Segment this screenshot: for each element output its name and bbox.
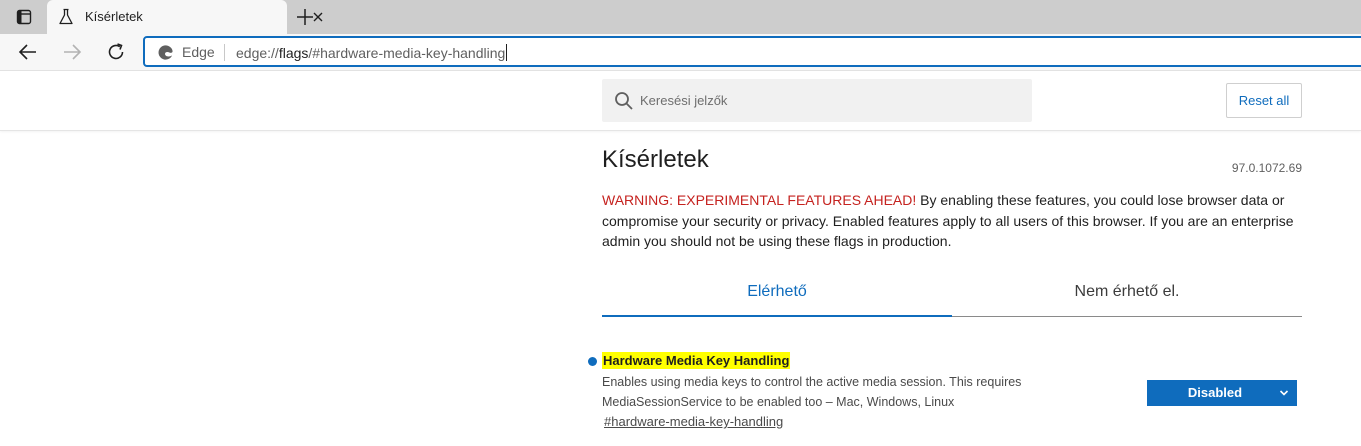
tab-strip: Kísérletek [0, 0, 1361, 34]
browser-toolbar: Edge edge://flags/#hardware-media-key-ha… [0, 34, 1361, 71]
url-text[interactable]: edge://flags/#hardware-media-key-handlin… [236, 44, 508, 61]
modified-indicator-dot [588, 357, 597, 366]
new-tab-icon[interactable] [294, 6, 316, 28]
forward-arrow-icon[interactable] [60, 40, 84, 64]
experiment-state-select[interactable]: Disabled [1147, 380, 1297, 406]
search-input[interactable] [640, 79, 1020, 122]
site-identity-label: Edge [182, 44, 215, 60]
text-caret [506, 44, 508, 61]
search-icon [615, 92, 633, 110]
experiment-name: Hardware Media Key Handling [602, 352, 791, 369]
edge-logo-icon [158, 45, 173, 60]
tab-unavailable[interactable]: Nem érhető el. [952, 270, 1302, 317]
url-scheme: edge:// [236, 45, 279, 61]
url-host: flags [278, 45, 309, 61]
page-title: Kísérletek [602, 146, 709, 173]
experiment-state-value: Disabled [1187, 385, 1243, 400]
url-path: /#hardware-media-key-handling [308, 45, 506, 61]
browser-tab-active[interactable]: Kísérletek [47, 0, 323, 34]
reset-all-button[interactable]: Reset all [1226, 83, 1302, 118]
version-label: 97.0.1072.69 [1231, 161, 1302, 175]
flask-icon [59, 8, 73, 25]
experiment-description: Enables using media keys to control the … [602, 375, 1022, 409]
tab-actions-button[interactable] [9, 6, 39, 28]
tab-actions-icon [16, 9, 32, 25]
warning-text: WARNING: EXPERIMENTAL FEATURES AHEAD! By… [602, 190, 1312, 252]
back-arrow-icon[interactable] [16, 40, 40, 64]
omnibox-divider [224, 44, 225, 61]
warning-prefix: WARNING: EXPERIMENTAL FEATURES AHEAD! [602, 192, 917, 208]
flags-tabs: Elérhető Nem érhető el. [602, 270, 1302, 317]
reload-icon[interactable] [104, 40, 128, 64]
flags-header: Reset all [0, 71, 1361, 131]
tab-available[interactable]: Elérhető [602, 270, 952, 317]
search-box[interactable] [602, 79, 1032, 122]
address-bar[interactable]: Edge edge://flags/#hardware-media-key-ha… [143, 36, 1361, 67]
tab-title: Kísérletek [85, 9, 143, 24]
chevron-down-icon [1279, 390, 1289, 396]
experiment-permalink[interactable]: #hardware-media-key-handling [604, 414, 783, 429]
